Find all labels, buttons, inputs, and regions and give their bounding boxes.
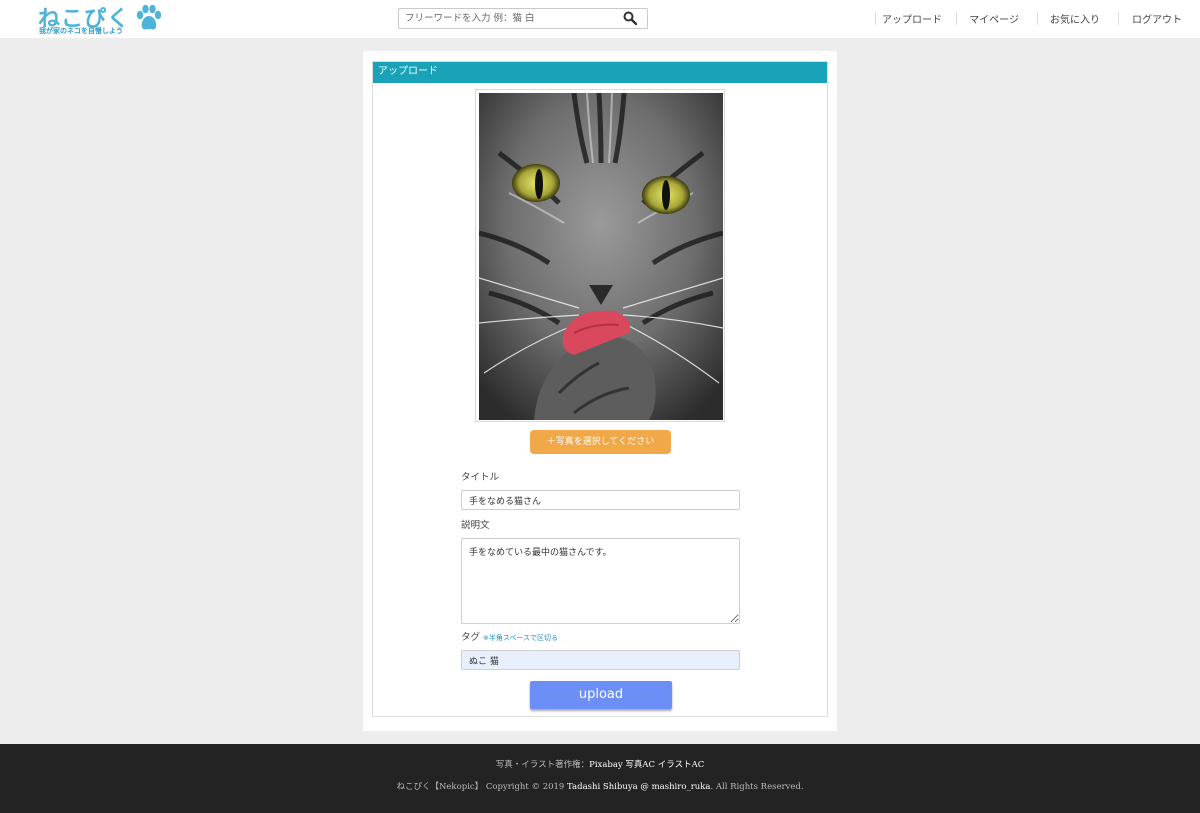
description-label: 説明文 [461,520,490,531]
select-photo-button[interactable]: ＋写真を選択してください [530,430,671,454]
paw-print-icon [136,4,162,30]
cat-photo-image [479,93,723,420]
cat-photo [479,93,723,420]
nav-divider [956,12,957,25]
site-footer: 写真・イラスト著作権：Pixabay 写真AC イラストAC ねこぴく【Neko… [0,744,1200,813]
photo-preview [475,89,725,422]
tag-note: ※半角スペースで区切る [483,634,559,642]
nav-logout-link[interactable]: ログアウト [1132,11,1182,26]
upload-card: アップロード ＋写真を選択してください タイトル 手をなめる猫さん 説明文 手を… [363,51,837,731]
footer-credits: 写真・イラスト著作権：Pixabay 写真AC イラストAC [0,758,1200,770]
site-logo[interactable]: ねこぴく 我が家のネコを自慢しよう [38,4,168,36]
footer-author-link[interactable]: Tadashi Shibuya @ mashiro_ruka [567,782,710,792]
site-header: ねこぴく 我が家のネコを自慢しよう アップロード マイページ お気に入り ログア… [0,0,1200,38]
description-textarea[interactable]: 手をなめている最中の猫さんです。 [461,538,740,624]
upload-button[interactable]: upload [530,681,672,709]
footer-copyright-suffix: . All Rights Reserved. [710,782,804,792]
nav-divider [875,12,876,25]
upload-panel: アップロード ＋写真を選択してください タイトル 手をなめる猫さん 説明文 手を… [372,61,828,717]
nav-upload-link[interactable]: アップロード [882,11,942,26]
nav-divider [1118,12,1119,25]
logo-tagline: 我が家のネコを自慢しよう [39,27,123,35]
title-input[interactable] [461,490,740,510]
nav-mypage-link[interactable]: マイページ [969,11,1019,26]
panel-title: アップロード [373,62,827,83]
tag-input[interactable] [461,650,740,670]
magnifier-icon[interactable] [623,11,637,25]
footer-credits-links[interactable]: Pixabay 写真AC イラストAC [589,760,704,770]
tag-label: タグ [461,632,481,643]
tag-label-group: タグ ※半角スペースで区切る [461,629,558,643]
search-box [398,8,648,29]
nav-divider [1037,12,1038,25]
search-input[interactable] [399,9,614,28]
footer-credits-prefix: 写真・イラスト著作権： [495,760,590,770]
footer-copyright-prefix: ねこぴく【Nekopic】 Copyright © 2019 [396,782,568,792]
title-label: タイトル [461,472,500,483]
nav-favorites-link[interactable]: お気に入り [1050,11,1100,26]
footer-copyright: ねこぴく【Nekopic】 Copyright © 2019 Tadashi S… [0,780,1200,792]
